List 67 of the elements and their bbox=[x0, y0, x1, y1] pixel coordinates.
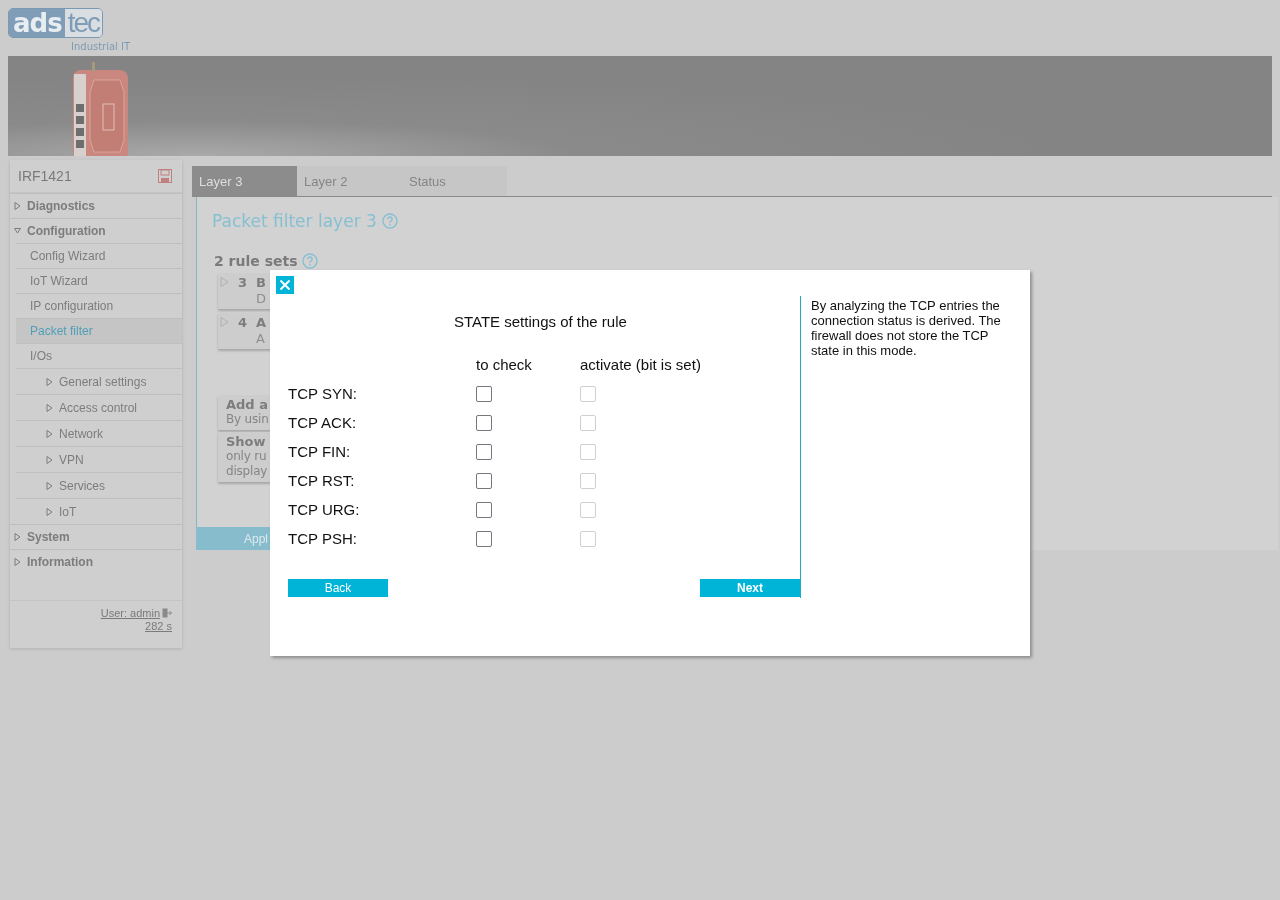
info-title: Add a bbox=[226, 397, 268, 412]
caret-down-icon bbox=[14, 227, 21, 235]
nav-item[interactable]: Diagnostics bbox=[10, 193, 182, 218]
nav-item[interactable]: Services bbox=[16, 472, 182, 498]
close-icon bbox=[279, 279, 291, 291]
logout-icon bbox=[162, 608, 172, 618]
caret-right-icon bbox=[14, 558, 21, 566]
checkbox[interactable] bbox=[476, 414, 492, 431]
tagline: Industrial IT bbox=[71, 41, 131, 52]
flag-label: TCP FIN: bbox=[288, 443, 352, 460]
caret-right-icon bbox=[220, 277, 229, 287]
rule-name: A bbox=[256, 315, 267, 331]
checkbox[interactable] bbox=[476, 501, 492, 518]
tab[interactable]: Status bbox=[402, 166, 507, 196]
caret-right-icon bbox=[46, 403, 53, 412]
tab[interactable]: Layer 3 bbox=[192, 166, 297, 196]
back-button[interactable]: Back bbox=[288, 579, 388, 597]
info-text: only ru bbox=[226, 449, 267, 464]
help-text: By analyzing the TCP entries the connection status is derived. The firewall does not store the TCP state in this mode. bbox=[810, 297, 1002, 360]
flag-label: TCP RST: bbox=[288, 472, 356, 489]
info-text: display bbox=[226, 464, 268, 479]
nav-item[interactable]: Packet filter bbox=[16, 318, 182, 343]
close-button[interactable] bbox=[276, 276, 294, 294]
nav-item[interactable]: I/Os bbox=[16, 343, 182, 368]
rule-description: A bbox=[256, 331, 265, 347]
tab[interactable]: Layer 2 bbox=[297, 166, 402, 196]
caret-right-icon bbox=[46, 455, 53, 464]
caret-right-icon bbox=[14, 533, 21, 541]
info-text: By usin bbox=[226, 412, 269, 427]
info-title: Show bbox=[226, 434, 266, 449]
nav-item[interactable]: Network bbox=[16, 420, 182, 446]
nav-item[interactable]: IoT bbox=[16, 498, 182, 524]
rule-number: 4 bbox=[238, 315, 248, 331]
flag-label: TCP URG: bbox=[288, 501, 361, 518]
nav-item[interactable]: Information bbox=[10, 549, 182, 574]
flag-label: TCP SYN: bbox=[288, 385, 358, 402]
device-name: IRF1421 bbox=[18, 168, 72, 184]
nav-item[interactable]: VPN bbox=[16, 446, 182, 472]
nav-item[interactable]: Access control bbox=[16, 394, 182, 420]
caret-right-icon bbox=[14, 202, 21, 210]
rule-description: D bbox=[256, 291, 266, 307]
caret-right-icon bbox=[46, 507, 53, 516]
nav-item[interactable]: IoT Wizard bbox=[16, 268, 182, 293]
caret-right-icon bbox=[46, 481, 53, 490]
checkbox[interactable] bbox=[476, 443, 492, 460]
nav-item[interactable]: Config Wizard bbox=[16, 243, 182, 268]
nav-item[interactable]: General settings bbox=[16, 368, 182, 394]
checkbox[interactable] bbox=[476, 472, 492, 489]
caret-right-icon bbox=[46, 429, 53, 438]
nav-item[interactable]: Configuration bbox=[10, 218, 182, 243]
logo: ads tec bbox=[8, 8, 103, 38]
dialog-heading: STATE settings of the rule bbox=[454, 313, 628, 330]
checkbox[interactable] bbox=[476, 530, 492, 547]
rule-name: B bbox=[256, 275, 266, 291]
user-link[interactable]: User: admin bbox=[100, 607, 172, 619]
rule-sets-heading: 2 rule sets bbox=[214, 253, 298, 269]
rule-number: 3 bbox=[238, 275, 248, 291]
flag-label: TCP ACK: bbox=[288, 414, 358, 431]
nav-item[interactable]: System bbox=[10, 524, 182, 549]
checkbox[interactable] bbox=[476, 385, 492, 402]
column-header: to check bbox=[476, 356, 533, 373]
caret-right-icon bbox=[46, 377, 53, 386]
page-title: Packet filter layer 3 bbox=[212, 211, 377, 231]
next-button[interactable]: Next bbox=[700, 579, 800, 597]
column-header: activate (bit is set) bbox=[580, 356, 702, 373]
session-timer[interactable]: 282 s bbox=[145, 620, 172, 632]
caret-right-icon bbox=[220, 317, 229, 327]
